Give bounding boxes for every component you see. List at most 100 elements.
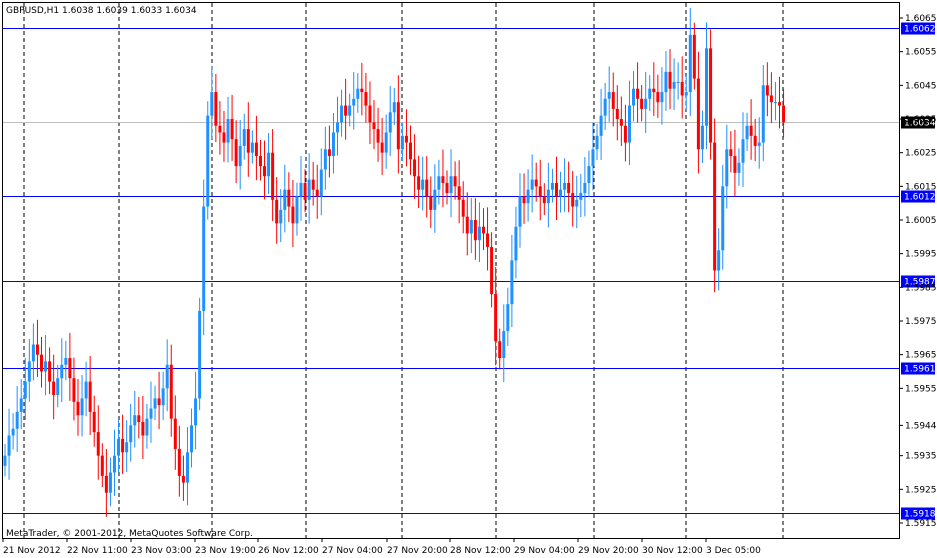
y-tick-label: 1.6045 bbox=[905, 81, 937, 91]
candle-body bbox=[157, 398, 161, 406]
candle-body bbox=[48, 361, 52, 382]
candle-body bbox=[121, 438, 125, 453]
candle-body bbox=[741, 139, 745, 163]
candle-body bbox=[92, 411, 96, 433]
candle-body bbox=[441, 176, 445, 183]
candle-body bbox=[238, 145, 242, 167]
candle-body bbox=[392, 102, 396, 113]
y-tick-label: 1.5915 bbox=[905, 519, 937, 529]
candle-body bbox=[611, 92, 615, 109]
candle-body bbox=[591, 149, 595, 167]
candle-body bbox=[336, 122, 340, 133]
candle-body bbox=[413, 159, 417, 177]
candle-body bbox=[595, 135, 599, 150]
candle-body bbox=[169, 364, 173, 419]
candle-body bbox=[287, 189, 291, 207]
x-tick-label: 29 Nov 04:00 bbox=[514, 546, 575, 556]
candle-body bbox=[437, 176, 441, 190]
candle-body bbox=[745, 125, 749, 140]
candle-body bbox=[550, 182, 554, 190]
candle-body bbox=[226, 119, 230, 143]
candle-body bbox=[185, 452, 189, 483]
candle-body bbox=[388, 112, 392, 133]
candle-body bbox=[218, 125, 222, 133]
candle-body bbox=[587, 166, 591, 183]
candle-body bbox=[23, 381, 27, 399]
candle-body bbox=[652, 88, 656, 93]
candle-body bbox=[153, 398, 157, 409]
candle-body bbox=[230, 119, 234, 140]
candle-body bbox=[656, 92, 660, 103]
candle-body bbox=[680, 81, 684, 96]
candle-body bbox=[56, 378, 60, 396]
candle-body bbox=[3, 455, 7, 466]
candle-body bbox=[461, 199, 465, 217]
candle-body bbox=[100, 455, 104, 476]
x-tick-label: 30 Nov 12:00 bbox=[642, 546, 703, 556]
y-tick-label: 1.6015 bbox=[905, 182, 937, 192]
candle-body bbox=[84, 381, 88, 399]
x-tick-label: 27 Nov 04:00 bbox=[322, 546, 383, 556]
candle-body bbox=[263, 166, 267, 177]
candle-body bbox=[457, 186, 461, 200]
candle-body bbox=[31, 344, 35, 362]
candle-body bbox=[761, 85, 765, 143]
candle-body bbox=[340, 105, 344, 123]
candle-body bbox=[250, 142, 254, 153]
x-tick-label: 22 Nov 11:00 bbox=[67, 546, 128, 556]
candle-body bbox=[632, 88, 636, 106]
x-tick-label: 28 Nov 12:00 bbox=[450, 546, 511, 556]
x-tick-label: 21 Nov 2012 bbox=[3, 546, 61, 556]
copyright-text: MetaTrader, © 2001-2012, MetaQuotes Soft… bbox=[6, 529, 253, 539]
candle-body bbox=[607, 92, 611, 99]
candle-body bbox=[52, 381, 56, 396]
candle-body bbox=[319, 169, 323, 197]
candle-body bbox=[104, 475, 108, 493]
candle-body bbox=[96, 432, 100, 456]
candle-body bbox=[709, 48, 713, 143]
y-tick-label: 1.5975 bbox=[905, 317, 937, 327]
candle-body bbox=[648, 88, 652, 99]
candle-body bbox=[445, 182, 449, 194]
candle-body bbox=[206, 115, 210, 207]
candle-body bbox=[518, 196, 522, 227]
candle-body bbox=[765, 85, 769, 96]
candle-body bbox=[757, 142, 761, 146]
candle-body bbox=[214, 92, 218, 126]
candle-body bbox=[35, 344, 39, 355]
candle-body bbox=[465, 216, 469, 234]
candle-body bbox=[198, 310, 202, 399]
candle-body bbox=[315, 189, 319, 197]
plot-area bbox=[2, 2, 900, 539]
candle-body bbox=[331, 132, 335, 157]
candle-body bbox=[676, 81, 680, 83]
candle-body bbox=[534, 179, 538, 187]
candle-body bbox=[737, 162, 741, 173]
candle-body bbox=[538, 186, 542, 197]
candle-body bbox=[672, 81, 676, 89]
candle-body bbox=[234, 139, 238, 167]
candle-body bbox=[291, 206, 295, 224]
y-tick-label: 1.6025 bbox=[905, 149, 937, 159]
y-tick-label: 1.6005 bbox=[905, 216, 937, 226]
candle-body bbox=[254, 142, 258, 157]
candle-body bbox=[433, 189, 437, 210]
candle-body bbox=[713, 142, 717, 271]
candle-body bbox=[567, 182, 571, 194]
x-tick-label: 3 Dec 05:00 bbox=[706, 546, 761, 556]
candle-body bbox=[481, 226, 485, 234]
candle-body bbox=[619, 119, 623, 126]
y-tick-label: 1.5985 bbox=[905, 283, 937, 293]
candle-body bbox=[27, 361, 31, 382]
candle-body bbox=[307, 179, 311, 200]
candle-body bbox=[769, 95, 773, 103]
candle-body bbox=[696, 78, 700, 150]
candle-body bbox=[700, 125, 704, 150]
candle-body bbox=[283, 189, 287, 210]
candle-body bbox=[364, 92, 368, 106]
candle-body bbox=[222, 132, 226, 143]
candle-body bbox=[494, 294, 498, 342]
candle-body bbox=[579, 193, 583, 200]
candle-body bbox=[129, 425, 133, 443]
candle-body bbox=[721, 186, 725, 251]
